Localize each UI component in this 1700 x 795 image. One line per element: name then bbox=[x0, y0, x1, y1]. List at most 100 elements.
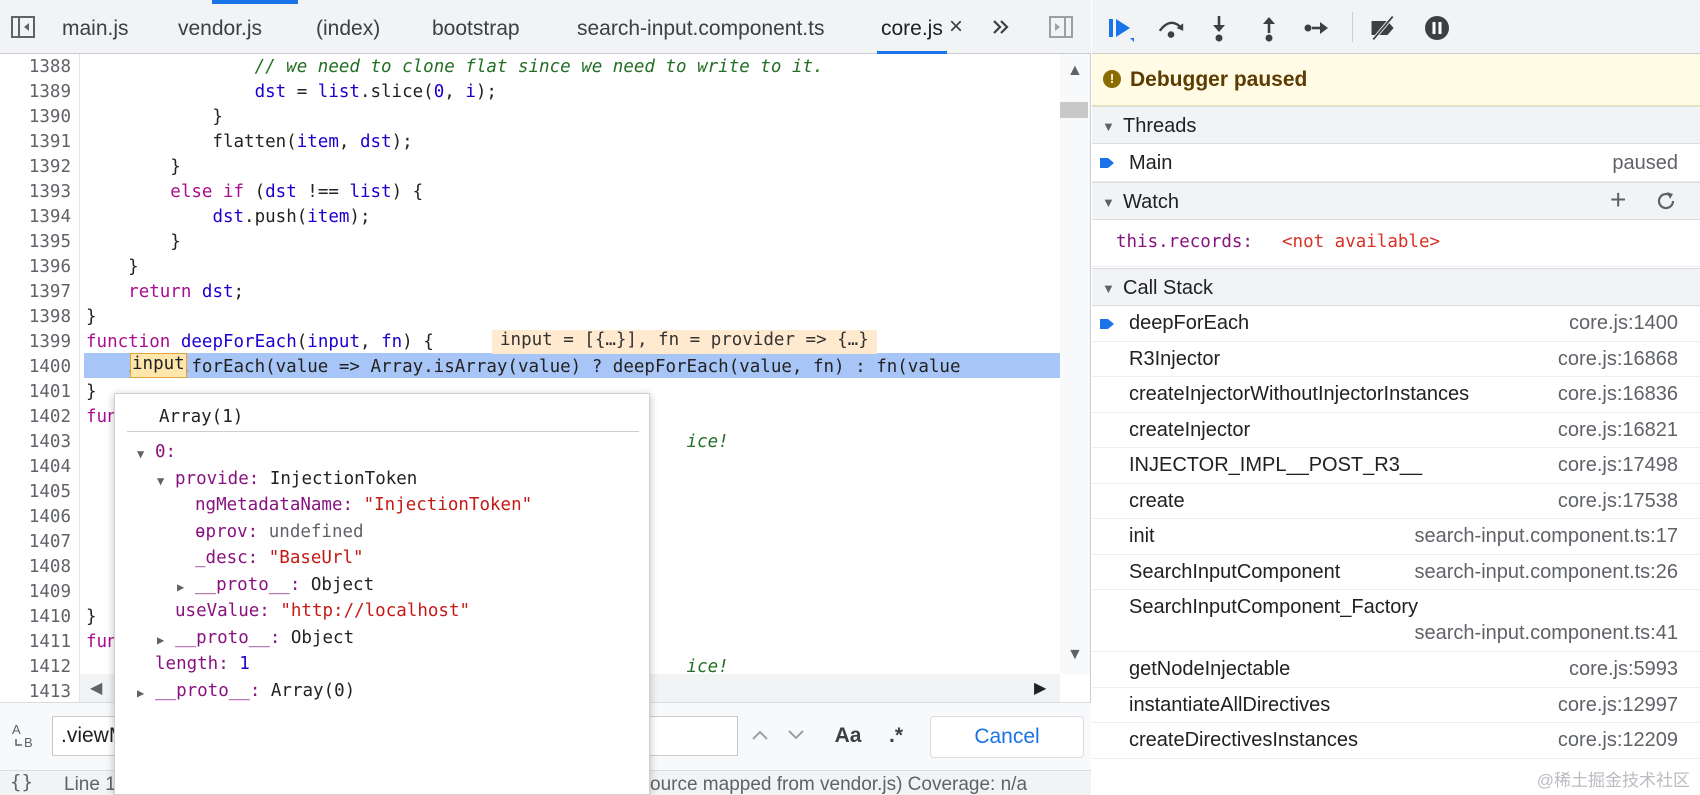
next-match-icon[interactable] bbox=[778, 716, 814, 756]
line-number[interactable]: 1389 bbox=[1, 82, 71, 102]
scrollbar-thumb[interactable] bbox=[1060, 102, 1088, 118]
threads-section-header[interactable]: ▼ Threads bbox=[1092, 106, 1700, 144]
code-line[interactable]: return dst; bbox=[86, 282, 244, 302]
line-number[interactable]: 1399 bbox=[1, 332, 71, 352]
frame-location-link[interactable]: core.js:17538 bbox=[1558, 490, 1678, 513]
frame-location-link[interactable]: search-input.component.ts:41 bbox=[1415, 622, 1679, 645]
tab-main-js[interactable]: main.js bbox=[62, 0, 129, 54]
scroll-left-icon[interactable]: ◀ bbox=[90, 678, 102, 698]
toggle-navigator-icon[interactable] bbox=[10, 14, 36, 40]
line-number[interactable]: 1398 bbox=[1, 307, 71, 327]
deactivate-breakpoints-icon[interactable] bbox=[1368, 13, 1398, 43]
frame-location-link[interactable]: core.js:16868 bbox=[1558, 348, 1678, 371]
tab-bootstrap[interactable]: bootstrap bbox=[432, 0, 520, 54]
line-number[interactable]: 1407 bbox=[1, 532, 71, 552]
callstack-frame[interactable]: instantiateAllDirectives core.js:12997 bbox=[1092, 688, 1700, 723]
callstack-frame[interactable]: create core.js:17538 bbox=[1092, 484, 1700, 519]
regex-button[interactable]: .* bbox=[876, 716, 916, 756]
code-line[interactable]: } bbox=[86, 107, 223, 127]
line-number[interactable]: 1401 bbox=[1, 382, 71, 402]
pretty-print-icon[interactable]: {} bbox=[10, 771, 33, 793]
line-number[interactable]: 1394 bbox=[1, 207, 71, 227]
line-number[interactable]: 1406 bbox=[1, 507, 71, 527]
code-line[interactable]: } bbox=[86, 607, 97, 627]
callstack-frame[interactable]: R3Injector core.js:16868 bbox=[1092, 342, 1700, 377]
frame-location-link[interactable]: core.js:16821 bbox=[1558, 419, 1678, 442]
line-number[interactable]: 1405 bbox=[1, 482, 71, 502]
frame-location-link[interactable]: core.js:16836 bbox=[1558, 383, 1678, 406]
popover-property[interactable]: __proto__: Array(0) bbox=[155, 681, 355, 701]
line-number[interactable]: 1412 bbox=[1, 657, 71, 677]
tab-index[interactable]: (index) bbox=[316, 0, 380, 54]
popover-property[interactable]: __proto__: Object bbox=[175, 628, 354, 648]
close-tab-icon[interactable]: × bbox=[949, 14, 963, 40]
frame-location-link[interactable]: core.js:5993 bbox=[1569, 658, 1678, 681]
code-line[interactable]: else if (dst !== list) { bbox=[86, 182, 423, 202]
line-number[interactable]: 1396 bbox=[1, 257, 71, 277]
add-watch-icon[interactable]: + bbox=[1610, 185, 1626, 215]
previous-match-icon[interactable] bbox=[742, 716, 778, 756]
code-line[interactable]: fun bbox=[86, 632, 118, 652]
code-line[interactable]: function deepForEach(input, fn) { bbox=[86, 332, 434, 352]
refresh-icon[interactable] bbox=[1654, 189, 1678, 218]
code-line[interactable]: dst.push(item); bbox=[86, 207, 370, 227]
frame-location-link[interactable]: core.js:12997 bbox=[1558, 694, 1678, 717]
tab-vendor-js[interactable]: vendor.js bbox=[178, 0, 262, 54]
replace-toggle-icon[interactable]: AB bbox=[10, 721, 40, 751]
code-line[interactable]: fun bbox=[86, 407, 118, 427]
callstack-frame[interactable]: INJECTOR_IMPL__POST_R3__ core.js:17498 bbox=[1092, 448, 1700, 484]
resume-icon[interactable] bbox=[1106, 13, 1136, 43]
callstack-frame[interactable]: deepForEach core.js:1400 bbox=[1092, 306, 1700, 342]
step-out-icon[interactable] bbox=[1254, 13, 1284, 43]
frame-location-link[interactable]: core.js:12209 bbox=[1558, 729, 1678, 752]
collapse-triangle-icon[interactable]: ▼ bbox=[137, 447, 144, 461]
line-number[interactable]: 1411 bbox=[1, 632, 71, 652]
step-over-icon[interactable] bbox=[1156, 13, 1186, 43]
line-number[interactable]: 1397 bbox=[1, 282, 71, 302]
popover-property[interactable]: 0: bbox=[155, 442, 176, 462]
code-line[interactable]: } bbox=[86, 382, 97, 402]
code-line[interactable]: } bbox=[86, 307, 97, 327]
step-icon[interactable] bbox=[1302, 13, 1332, 43]
callstack-frame[interactable]: getNodeInjectable core.js:5993 bbox=[1092, 652, 1700, 688]
collapse-triangle-icon[interactable]: ▼ bbox=[157, 474, 164, 488]
line-number[interactable]: 1388 bbox=[1, 57, 71, 77]
expand-triangle-icon[interactable]: ▶ bbox=[177, 580, 184, 594]
line-number[interactable]: 1395 bbox=[1, 232, 71, 252]
watch-expression-row[interactable]: this.records: <not available> bbox=[1092, 220, 1700, 267]
code-line[interactable]: dst = list.slice(0, i); bbox=[86, 82, 497, 102]
line-number[interactable]: 1393 bbox=[1, 182, 71, 202]
line-number[interactable]: 1392 bbox=[1, 157, 71, 177]
pause-on-exceptions-icon[interactable] bbox=[1422, 13, 1452, 43]
code-line[interactable]: input.forEach(value => Array.isArray(val… bbox=[86, 357, 960, 377]
line-number[interactable]: 1409 bbox=[1, 582, 71, 602]
line-number[interactable]: 1400 bbox=[1, 357, 71, 377]
frame-location-link[interactable]: search-input.component.ts:26 bbox=[1415, 561, 1679, 584]
line-number[interactable]: 1403 bbox=[1, 432, 71, 452]
line-number[interactable]: 1402 bbox=[1, 407, 71, 427]
frame-location-link[interactable]: search-input.component.ts:17 bbox=[1415, 525, 1679, 548]
callstack-frame[interactable]: createDirectivesInstances core.js:12209 bbox=[1092, 723, 1700, 759]
callstack-frame[interactable]: createInjectorWithoutInjectorInstances co… bbox=[1092, 377, 1700, 413]
callstack-frame[interactable]: SearchInputComponent search-input.compone… bbox=[1092, 555, 1700, 590]
line-number[interactable]: 1410 bbox=[1, 607, 71, 627]
line-number[interactable]: 1390 bbox=[1, 107, 71, 127]
callstack-frame[interactable]: createInjector core.js:16821 bbox=[1092, 413, 1700, 448]
code-line[interactable]: } bbox=[86, 257, 139, 277]
scroll-right-icon[interactable]: ▶ bbox=[1034, 678, 1046, 698]
frame-location-link[interactable]: core.js:17498 bbox=[1558, 454, 1678, 477]
line-number-gutter[interactable]: 1388 1389 1390 1391 1392 1393 1394 1395 1396 1397… bbox=[0, 54, 80, 702]
line-number[interactable]: 1413 bbox=[1, 682, 71, 702]
callstack-frame[interactable]: SearchInputComponent_Factory search-input… bbox=[1092, 590, 1700, 652]
code-line[interactable]: // we need to clone flat since we need t… bbox=[86, 57, 824, 77]
thread-row-main[interactable]: Main paused bbox=[1092, 144, 1700, 182]
step-into-icon[interactable] bbox=[1204, 13, 1234, 43]
watch-section-header[interactable]: ▼ Watch + bbox=[1092, 182, 1700, 220]
line-number[interactable]: 1408 bbox=[1, 557, 71, 577]
expand-triangle-icon[interactable]: ▶ bbox=[157, 633, 164, 647]
line-number[interactable]: 1391 bbox=[1, 132, 71, 152]
scroll-up-icon[interactable]: ▲ bbox=[1067, 62, 1083, 80]
cancel-search-button[interactable]: Cancel bbox=[930, 716, 1084, 758]
callstack-section-header[interactable]: ▼ Call Stack bbox=[1092, 268, 1700, 306]
toggle-debugger-sidebar-icon[interactable] bbox=[1048, 14, 1074, 40]
